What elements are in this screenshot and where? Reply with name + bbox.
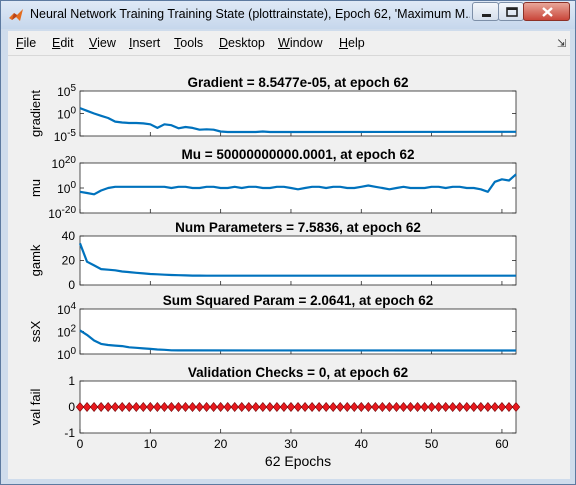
menu-insert[interactable]: Insert [129,36,160,50]
y-tick-label: 0 [68,400,75,414]
y-tick-label: 40 [62,229,76,243]
y-tick-label: 102 [57,324,76,340]
matlab-icon [9,9,23,21]
y-tick-label: 1 [68,374,75,388]
y-tick-label: -1 [64,426,75,440]
dock-arrow-icon[interactable]: ⇲ [557,37,566,50]
minimize-icon [482,14,491,17]
x-tick-label: 10 [144,437,158,451]
y-axis-label-2: mu [28,179,43,197]
y-tick-label: 100 [57,106,76,122]
y-axis-label-3: gamk [28,244,43,276]
x-axis-label: 62 Epochs [265,453,331,469]
axes-box-1 [79,90,517,137]
axes-box-3 [79,235,517,286]
menu-edit[interactable]: Edit [52,36,74,50]
maximize-icon [506,7,518,17]
menu-file[interactable]: File [16,36,36,50]
menu-view[interactable]: View [89,36,116,50]
y-tick-label: 0 [68,278,75,292]
y-tick-label: 20 [62,254,76,268]
maximize-button[interactable] [498,2,524,21]
y-axis-label-5: val fail [28,388,43,425]
y-axis-label-4: ssX [28,320,43,342]
y-tick-label: 10-20 [48,205,76,221]
x-tick-label: 0 [77,437,84,451]
plot-title-2: Mu = 50000000000.0001, at epoch 62 [181,147,414,162]
axes-box-4 [79,308,517,355]
training-state-plots: Gradient = 8.5477e-05, at epoch 62 gradie… [28,75,521,469]
x-tick-label: 30 [284,437,298,451]
menu-tools[interactable]: Tools [174,36,203,50]
plot-title-5: Validation Checks = 0, at epoch 62 [188,365,408,380]
y-axis-label-1: gradient [28,90,43,137]
y-tick-label: 100 [57,180,76,196]
y-tick-label: 1020 [52,155,77,171]
title-bar[interactable]: Neural Network Training Training State (… [1,1,575,29]
window-title: Neural Network Training Training State (… [30,7,470,21]
minimize-button[interactable] [472,2,499,21]
y-tick-label: 100 [57,346,76,362]
x-tick-label: 40 [355,437,369,451]
plot-title-3: Num Parameters = 7.5836, at epoch 62 [175,220,421,235]
menu-help[interactable]: Help [339,36,365,50]
y-tick-label: 105 [57,83,76,99]
x-tick-label: 20 [214,437,228,451]
y-tick-label: 10-5 [54,128,77,144]
menu-desktop[interactable]: Desktop [219,36,265,50]
menu-bar: File Edit View Insert Tools Desktop Wind… [8,31,570,56]
plot-title-4: Sum Squared Param = 2.0641, at epoch 62 [163,293,434,308]
figure-canvas: Gradient = 8.5477e-05, at epoch 62 gradie… [8,56,570,479]
close-button[interactable] [523,2,570,21]
menu-window[interactable]: Window [278,36,322,50]
y-tick-label: 104 [57,301,76,317]
x-tick-label: 60 [495,437,509,451]
plot-title-1: Gradient = 8.5477e-05, at epoch 62 [188,75,409,90]
close-icon [542,7,553,17]
x-tick-label: 50 [425,437,439,451]
figure-window: Neural Network Training Training State (… [0,0,576,485]
